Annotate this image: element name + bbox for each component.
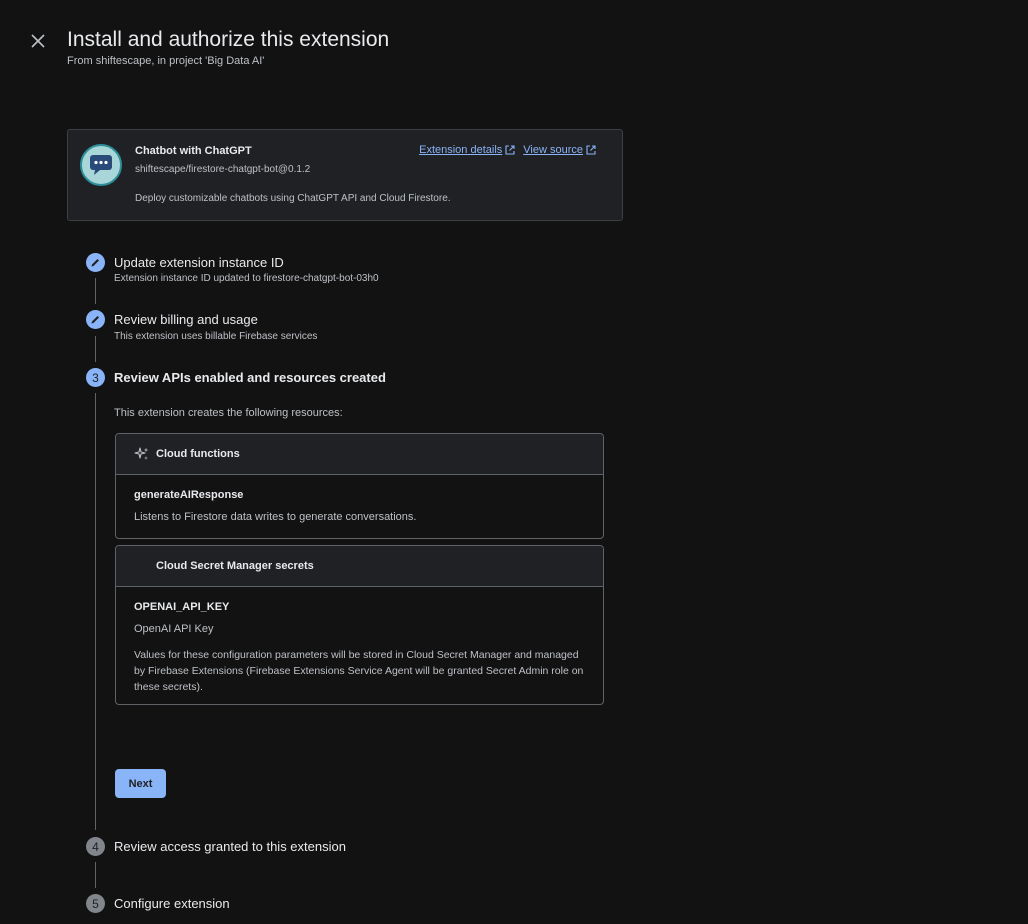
step-2-edit-icon[interactable] — [86, 310, 105, 329]
open-in-new-icon — [586, 145, 596, 155]
step-2-summary: This extension uses billable Firebase se… — [114, 331, 318, 342]
close-icon — [31, 34, 45, 48]
cloud-functions-card: Cloud functions generateAIResponse Liste… — [115, 433, 604, 539]
next-button[interactable]: Next — [115, 769, 166, 798]
extension-ref: shiftescape/firestore-chatgpt-bot@0.1.2 — [135, 164, 311, 175]
step-4-title: Review access granted to this extension — [114, 839, 346, 854]
cloud-functions-header: Cloud functions — [116, 434, 603, 475]
extension-name: Chatbot with ChatGPT — [135, 145, 252, 157]
sparkle-icon — [134, 446, 150, 462]
secret-name: OPENAI_API_KEY — [134, 601, 230, 613]
step-3-title: Review APIs enabled and resources create… — [114, 370, 386, 385]
page-title: Install and authorize this extension — [67, 28, 390, 51]
secret-description: OpenAI API Key — [134, 623, 214, 635]
cloud-functions-title: Cloud functions — [156, 448, 240, 460]
step-1-summary: Extension instance ID updated to firesto… — [114, 273, 379, 284]
view-source-label: View source — [523, 144, 583, 156]
chatbot-logo-icon — [80, 144, 122, 186]
secrets-note: Values for these configuration parameter… — [134, 649, 584, 693]
function-description: Listens to Firestore data writes to gene… — [134, 511, 417, 523]
step-3-number: 3 — [86, 368, 105, 387]
step-2-title[interactable]: Review billing and usage — [114, 312, 258, 327]
extension-details-link[interactable]: Extension details — [419, 144, 515, 156]
secrets-header: Cloud Secret Manager secrets — [116, 546, 603, 587]
close-button[interactable] — [26, 29, 50, 53]
step-4-number: 4 — [86, 837, 105, 856]
secrets-title: Cloud Secret Manager secrets — [156, 560, 314, 572]
step-connector — [95, 278, 96, 304]
view-source-link[interactable]: View source — [523, 144, 596, 156]
page-subtitle: From shiftescape, in project 'Big Data A… — [67, 55, 265, 67]
extension-description: Deploy customizable chatbots using ChatG… — [135, 193, 451, 204]
resources-intro: This extension creates the following res… — [114, 407, 343, 419]
extension-links: Extension details View source — [419, 144, 596, 156]
open-in-new-icon — [505, 145, 515, 155]
extension-card: Chatbot with ChatGPT shiftescape/firesto… — [67, 129, 623, 221]
secret-manager-icon — [134, 558, 150, 574]
step-connector — [95, 862, 96, 888]
secrets-card: Cloud Secret Manager secrets OPENAI_API_… — [115, 545, 604, 705]
step-1-edit-icon[interactable] — [86, 253, 105, 272]
step-1-title[interactable]: Update extension instance ID — [114, 255, 284, 270]
step-5-number: 5 — [86, 894, 105, 913]
step-5-title: Configure extension — [114, 896, 230, 911]
step-connector — [95, 393, 96, 830]
extension-details-label: Extension details — [419, 144, 503, 156]
step-connector — [95, 336, 96, 362]
function-name: generateAIResponse — [134, 489, 244, 501]
